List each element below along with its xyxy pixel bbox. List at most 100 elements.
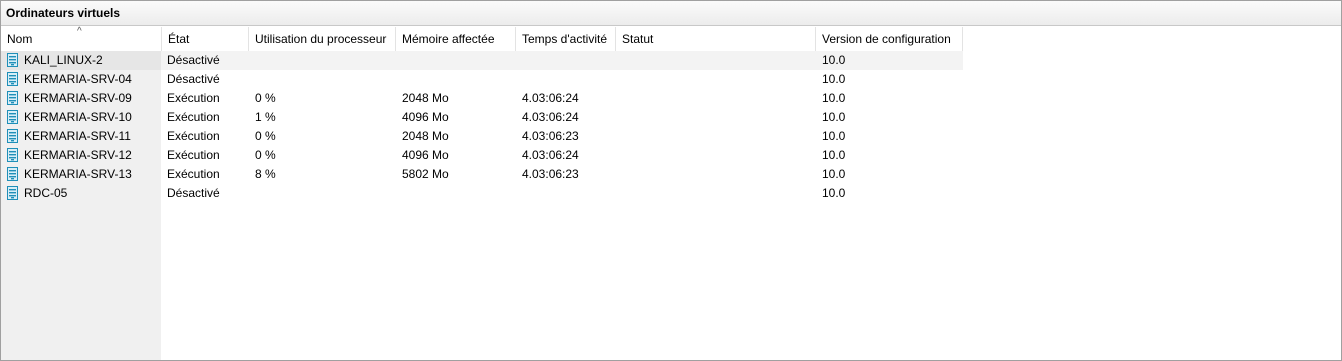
vm-status-cell — [616, 165, 622, 184]
virtual-machine-icon — [7, 186, 18, 200]
vm-status-cell — [616, 89, 622, 108]
vm-name-cell[interactable]: KERMARIA-SRV-10 — [1, 108, 161, 127]
vm-uptime-cell: 4.03:06:24 — [522, 110, 579, 124]
column-header-uptime-label: Temps d'activité — [522, 32, 607, 46]
virtual-machine-icon — [7, 148, 18, 162]
panel-title-bar: Ordinateurs virtuels — [1, 1, 1341, 26]
virtual-machine-icon — [7, 53, 18, 67]
vm-state-cell: Désactivé — [167, 72, 220, 86]
vm-name: KERMARIA-SRV-12 — [24, 148, 132, 162]
vm-memory-cell: 2048 Mo — [402, 129, 449, 143]
vm-uptime-cell: 4.03:06:23 — [522, 167, 579, 181]
vm-config-version-cell: 10.0 — [822, 53, 846, 67]
vm-state-cell: Exécution — [167, 167, 220, 181]
column-header-memory-label: Mémoire affectée — [402, 32, 495, 46]
vm-row[interactable]: KERMARIA-SRV-09 Exécution 0 % 2048 Mo 4.03:0… — [1, 89, 963, 108]
vm-name-cell[interactable]: KERMARIA-SRV-11 — [1, 127, 161, 146]
virtual-machine-icon — [7, 91, 18, 105]
column-header-status[interactable]: Statut — [616, 27, 816, 51]
vm-state-cell: Exécution — [167, 91, 220, 105]
vm-name: KERMARIA-SRV-13 — [24, 167, 132, 181]
column-header-config-version-label: Version de configuration — [822, 32, 951, 46]
vm-memory-cell: 2048 Mo — [402, 91, 449, 105]
panel-title: Ordinateurs virtuels — [6, 6, 121, 20]
column-header-cpu-label: Utilisation du processeur — [255, 32, 387, 46]
column-header-name[interactable]: Nom ^ — [1, 26, 162, 51]
vm-memory-cell — [396, 184, 402, 203]
vm-uptime-cell: 4.03:06:24 — [522, 148, 579, 162]
vm-name: KALI_LINUX-2 — [24, 53, 103, 67]
virtual-machine-icon — [7, 167, 18, 181]
vm-state-cell: Désactivé — [167, 53, 220, 67]
vm-memory-cell — [396, 51, 402, 70]
vm-status-cell — [616, 146, 622, 165]
vm-row[interactable]: KERMARIA-SRV-10 Exécution 1 % 4096 Mo 4.03:0… — [1, 108, 963, 127]
vm-name: KERMARIA-SRV-10 — [24, 110, 132, 124]
vm-row[interactable]: KALI_LINUX-2 Désactivé 10.0 — [1, 51, 963, 70]
vm-cpu-cell: 0 % — [255, 148, 276, 162]
vm-config-version-cell: 10.0 — [822, 72, 846, 86]
vm-memory-cell: 4096 Mo — [402, 110, 449, 124]
vm-uptime-cell — [516, 51, 522, 70]
column-header-row: Nom ^ État Utilisation du processeur Mém… — [1, 26, 963, 51]
vm-cpu-cell: 0 % — [255, 129, 276, 143]
column-header-config-version[interactable]: Version de configuration — [816, 27, 963, 51]
vm-config-version-cell: 10.0 — [822, 110, 846, 124]
vm-name: KERMARIA-SRV-04 — [24, 72, 132, 86]
vm-cpu-cell: 0 % — [255, 91, 276, 105]
vm-name-cell[interactable]: KERMARIA-SRV-13 — [1, 165, 161, 184]
vm-status-cell — [616, 127, 622, 146]
vm-cpu-cell: 1 % — [255, 110, 276, 124]
vm-cpu-cell — [249, 184, 255, 203]
virtual-machines-panel: Ordinateurs virtuels Nom ^ État Utilisat… — [0, 0, 1342, 361]
vm-row[interactable]: KERMARIA-SRV-12 Exécution 0 % 4096 Mo 4.03:0… — [1, 146, 963, 165]
vm-status-cell — [616, 70, 622, 89]
column-header-status-label: Statut — [622, 32, 654, 46]
vm-name-cell[interactable]: KALI_LINUX-2 — [1, 51, 161, 70]
vm-cpu-cell: 8 % — [255, 167, 276, 181]
virtual-machine-icon — [7, 110, 18, 124]
vm-row[interactable]: KERMARIA-SRV-04 Désactivé 10.0 — [1, 70, 963, 89]
vm-uptime-cell — [516, 70, 522, 89]
vm-cpu-cell — [249, 70, 255, 89]
vm-config-version-cell: 10.0 — [822, 129, 846, 143]
column-header-state[interactable]: État — [162, 27, 249, 51]
vm-row[interactable]: KERMARIA-SRV-13 Exécution 8 % 5802 Mo 4.03:0… — [1, 165, 963, 184]
vm-state-cell: Exécution — [167, 110, 220, 124]
vm-cpu-cell — [249, 51, 255, 70]
vm-state-cell: Désactivé — [167, 186, 220, 200]
column-header-name-label: Nom — [7, 32, 33, 46]
vm-status-cell — [616, 108, 622, 127]
vm-memory-cell: 4096 Mo — [402, 148, 449, 162]
virtual-machine-icon — [7, 72, 18, 86]
vm-name-cell[interactable]: KERMARIA-SRV-12 — [1, 146, 161, 165]
vm-uptime-cell: 4.03:06:23 — [522, 129, 579, 143]
vm-row[interactable]: KERMARIA-SRV-11 Exécution 0 % 2048 Mo 4.03:0… — [1, 127, 963, 146]
vm-name: KERMARIA-SRV-09 — [24, 91, 132, 105]
vm-name: KERMARIA-SRV-11 — [24, 129, 131, 143]
vm-list[interactable]: Nom ^ État Utilisation du processeur Mém… — [1, 26, 1341, 360]
vm-memory-cell — [396, 70, 402, 89]
vm-state-cell: Exécution — [167, 129, 220, 143]
virtual-machine-icon — [7, 129, 18, 143]
vm-row[interactable]: RDC-05 Désactivé 10.0 — [1, 184, 963, 203]
vm-config-version-cell: 10.0 — [822, 91, 846, 105]
vm-config-version-cell: 10.0 — [822, 186, 846, 200]
vm-name: RDC-05 — [24, 186, 68, 200]
vm-uptime-cell — [516, 184, 522, 203]
vm-state-cell: Exécution — [167, 148, 220, 162]
column-header-state-label: État — [168, 32, 190, 46]
vm-status-cell — [616, 184, 622, 203]
sort-ascending-icon: ^ — [77, 26, 82, 37]
vm-config-version-cell: 10.0 — [822, 167, 846, 181]
column-header-memory[interactable]: Mémoire affectée — [396, 27, 516, 51]
vm-name-cell[interactable]: KERMARIA-SRV-04 — [1, 70, 161, 89]
vm-uptime-cell: 4.03:06:24 — [522, 91, 579, 105]
vm-name-cell[interactable]: KERMARIA-SRV-09 — [1, 89, 161, 108]
column-header-uptime[interactable]: Temps d'activité — [516, 27, 616, 51]
vm-name-cell[interactable]: RDC-05 — [1, 184, 161, 203]
column-header-cpu[interactable]: Utilisation du processeur — [249, 27, 396, 51]
vm-status-cell — [616, 51, 622, 70]
vm-config-version-cell: 10.0 — [822, 148, 846, 162]
vm-memory-cell: 5802 Mo — [402, 167, 449, 181]
